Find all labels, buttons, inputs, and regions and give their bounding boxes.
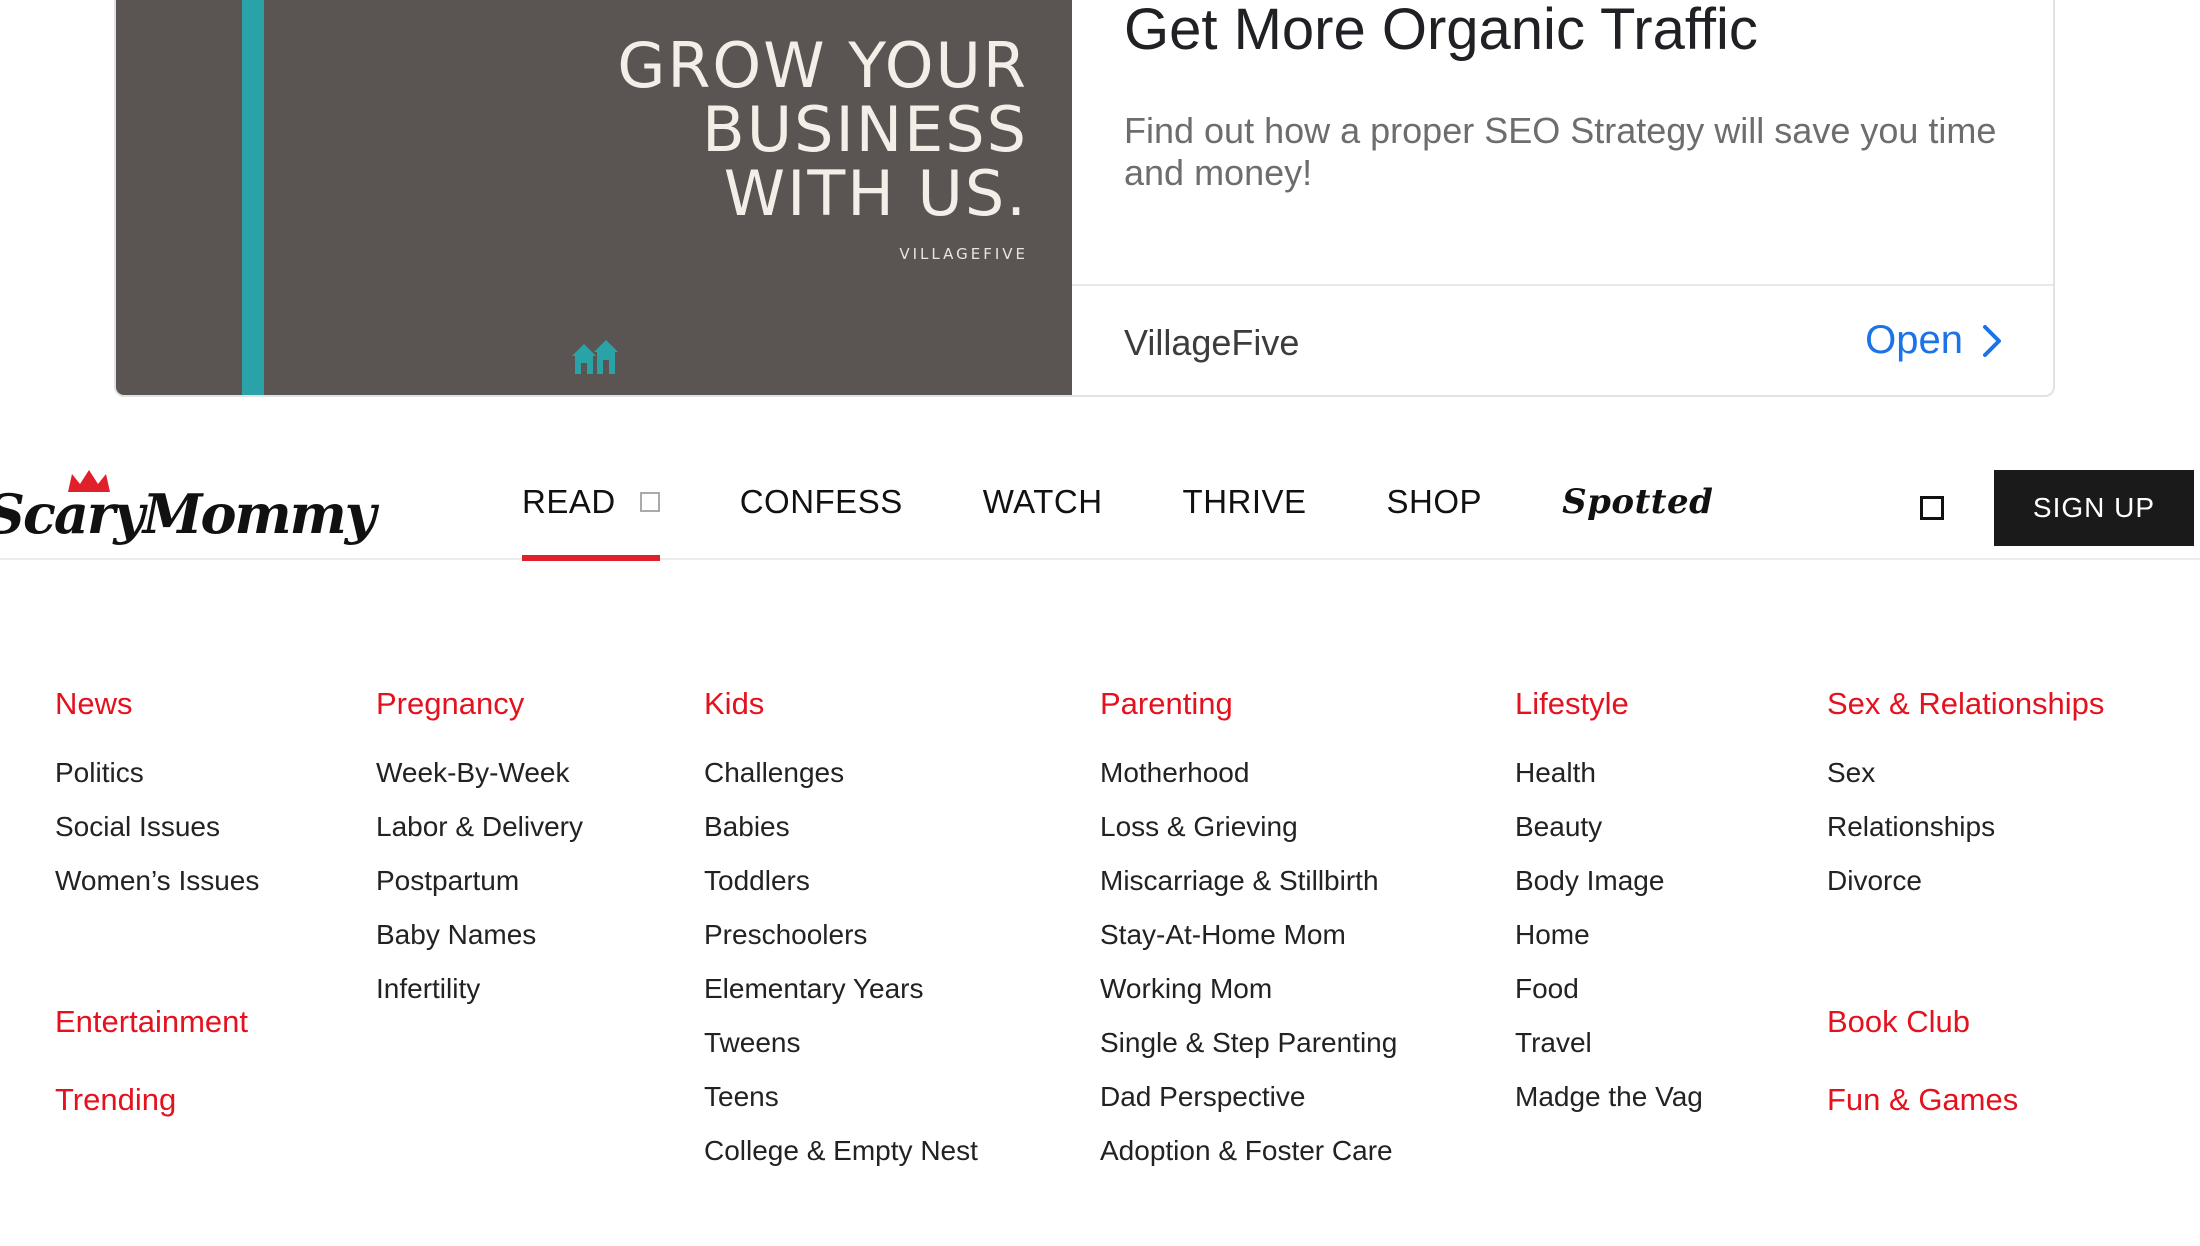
menu-subcategory-item[interactable]: Infertility bbox=[376, 962, 583, 1016]
ad-image[interactable]: GROW YOUR BUSINESS WITH US. VILLAGEFIVE bbox=[116, 0, 1072, 395]
ad-footer: VillageFive Open bbox=[1072, 284, 2053, 395]
menu-category-news[interactable]: News bbox=[55, 680, 259, 728]
ad-open-button[interactable]: Open bbox=[1865, 318, 2003, 363]
search-toggle-icon[interactable] bbox=[1920, 496, 1944, 520]
menu-category-sex-relationships[interactable]: Sex & Relationships bbox=[1827, 680, 2104, 728]
menu-subcategory-item[interactable]: Travel bbox=[1515, 1016, 1703, 1070]
ad-headline-line: BUSINESS bbox=[702, 93, 1028, 166]
menu-column-sex-relationships: Sex & Relationships Sex Relationships Di… bbox=[1827, 680, 2104, 1117]
menu-subcategory-item[interactable]: Working Mom bbox=[1100, 962, 1397, 1016]
menu-column-news: News Politics Social Issues Women’s Issu… bbox=[55, 680, 259, 1117]
nav-item-shop[interactable]: SHOP bbox=[1387, 483, 1483, 521]
menu-subcategory-item[interactable]: Home bbox=[1515, 908, 1703, 962]
menu-subcategory-item[interactable]: Body Image bbox=[1515, 854, 1703, 908]
primary-nav-items: READ CONFESS WATCH THRIVE SHOP Spotted bbox=[522, 482, 1713, 561]
menu-category-parenting[interactable]: Parenting bbox=[1100, 680, 1397, 728]
menu-subcategory-item[interactable]: Motherhood bbox=[1100, 746, 1397, 800]
nav-item-label: READ bbox=[522, 483, 616, 520]
menu-column-pregnancy: Pregnancy Week-By-Week Labor & Delivery … bbox=[376, 680, 583, 1016]
ad-image-stripe bbox=[242, 0, 264, 395]
menu-subcategory-item[interactable]: Adoption & Foster Care bbox=[1100, 1124, 1397, 1178]
nav-item-thrive[interactable]: THRIVE bbox=[1183, 483, 1307, 521]
menu-subcategory-list: Motherhood Loss & Grieving Miscarriage &… bbox=[1100, 746, 1397, 1178]
menu-subcategory-list: Politics Social Issues Women’s Issues bbox=[55, 746, 259, 908]
read-mega-menu: News Politics Social Issues Women’s Issu… bbox=[0, 680, 2200, 1246]
menu-subcategory-item[interactable]: Postpartum bbox=[376, 854, 583, 908]
menu-subcategory-item[interactable]: Food bbox=[1515, 962, 1703, 1016]
menu-category-fun-games[interactable]: Fun & Games bbox=[1827, 1076, 2018, 1124]
menu-subcategory-list: Health Beauty Body Image Home Food Trave… bbox=[1515, 746, 1703, 1124]
menu-subcategory-list: Sex Relationships Divorce bbox=[1827, 746, 2104, 908]
ad-description: Find out how a proper SEO Strategy will … bbox=[1124, 110, 1997, 193]
menu-category-lifestyle[interactable]: Lifestyle bbox=[1515, 680, 1703, 728]
menu-subcategory-item[interactable]: Loss & Grieving bbox=[1100, 800, 1397, 854]
ad-title[interactable]: Get More Organic Traffic bbox=[1124, 0, 1758, 63]
menu-subcategory-item[interactable]: Teens bbox=[704, 1070, 978, 1124]
ad-headline-line: WITH US. bbox=[723, 157, 1028, 230]
main-navigation: ScaryMommy READ CONFESS WATCH THRIVE SHO… bbox=[0, 440, 2200, 561]
menu-subcategory-list: Challenges Babies Toddlers Preschoolers … bbox=[704, 746, 978, 1178]
menu-subcategory-item[interactable]: Baby Names bbox=[376, 908, 583, 962]
menu-subcategory-item[interactable]: Babies bbox=[704, 800, 978, 854]
menu-category-pregnancy[interactable]: Pregnancy bbox=[376, 680, 583, 728]
site-logo[interactable]: ScaryMommy bbox=[0, 468, 376, 546]
menu-subcategory-item[interactable]: Tweens bbox=[704, 1016, 978, 1070]
ad-image-headline: GROW YOUR BUSINESS WITH US. bbox=[508, 34, 1028, 226]
menu-subcategory-item[interactable]: Beauty bbox=[1515, 800, 1703, 854]
ad-open-label: Open bbox=[1865, 318, 1963, 362]
dropdown-toggle-icon[interactable] bbox=[639, 492, 660, 512]
menu-category-entertainment[interactable]: Entertainment bbox=[55, 998, 248, 1046]
menu-subcategory-item[interactable]: Women’s Issues bbox=[55, 854, 259, 908]
menu-subcategory-item[interactable]: Single & Step Parenting bbox=[1100, 1016, 1397, 1070]
menu-column-kids: Kids Challenges Babies Toddlers Preschoo… bbox=[704, 680, 978, 1178]
menu-subcategory-item[interactable]: Sex bbox=[1827, 746, 2104, 800]
nav-item-watch[interactable]: WATCH bbox=[983, 483, 1103, 521]
menu-subcategory-item[interactable]: Preschoolers bbox=[704, 908, 978, 962]
menu-column-lifestyle: Lifestyle Health Beauty Body Image Home … bbox=[1515, 680, 1703, 1124]
nav-item-read[interactable]: READ bbox=[522, 483, 660, 561]
nav-item-spotted[interactable]: Spotted bbox=[1562, 482, 1713, 522]
sign-up-button[interactable]: SIGN UP bbox=[1994, 470, 2194, 546]
menu-subcategory-item[interactable]: Social Issues bbox=[55, 800, 259, 854]
menu-column-parenting: Parenting Motherhood Loss & Grieving Mis… bbox=[1100, 680, 1397, 1178]
ad-advertiser-name: VillageFive bbox=[1124, 322, 1300, 363]
house-logo-icon bbox=[572, 340, 618, 374]
menu-category-book-club[interactable]: Book Club bbox=[1827, 998, 1970, 1046]
menu-subcategory-item[interactable]: Politics bbox=[55, 746, 259, 800]
menu-subcategory-item[interactable]: Divorce bbox=[1827, 854, 2104, 908]
ad-image-brand: VILLAGEFIVE bbox=[899, 245, 1028, 263]
menu-category-kids[interactable]: Kids bbox=[704, 680, 978, 728]
menu-subcategory-item[interactable]: Miscarriage & Stillbirth bbox=[1100, 854, 1397, 908]
menu-subcategory-item[interactable]: Madge the Vag bbox=[1515, 1070, 1703, 1124]
ad-copy: Get More Organic Traffic Find out how a … bbox=[1072, 0, 2053, 395]
menu-subcategory-item[interactable]: Challenges bbox=[704, 746, 978, 800]
menu-subcategory-item[interactable]: Dad Perspective bbox=[1100, 1070, 1397, 1124]
menu-subcategory-list: Week-By-Week Labor & Delivery Postpartum… bbox=[376, 746, 583, 1016]
menu-subcategory-item[interactable]: Elementary Years bbox=[704, 962, 978, 1016]
menu-subcategory-item[interactable]: College & Empty Nest bbox=[704, 1124, 978, 1178]
site-logo-text: ScaryMommy bbox=[0, 482, 376, 546]
menu-category-trending[interactable]: Trending bbox=[55, 1076, 176, 1124]
menu-subcategory-item[interactable]: Health bbox=[1515, 746, 1703, 800]
menu-subcategory-item[interactable]: Toddlers bbox=[704, 854, 978, 908]
menu-subcategory-item[interactable]: Relationships bbox=[1827, 800, 2104, 854]
chevron-right-icon bbox=[1983, 324, 2001, 357]
nav-item-confess[interactable]: CONFESS bbox=[740, 483, 903, 521]
menu-subcategory-item[interactable]: Stay-At-Home Mom bbox=[1100, 908, 1397, 962]
sponsored-ad-card[interactable]: GROW YOUR BUSINESS WITH US. VILLAGEFIVE … bbox=[114, 0, 2055, 397]
ad-headline-line: GROW YOUR bbox=[617, 29, 1028, 102]
menu-subcategory-item[interactable]: Week-By-Week bbox=[376, 746, 583, 800]
menu-subcategory-item[interactable]: Labor & Delivery bbox=[376, 800, 583, 854]
